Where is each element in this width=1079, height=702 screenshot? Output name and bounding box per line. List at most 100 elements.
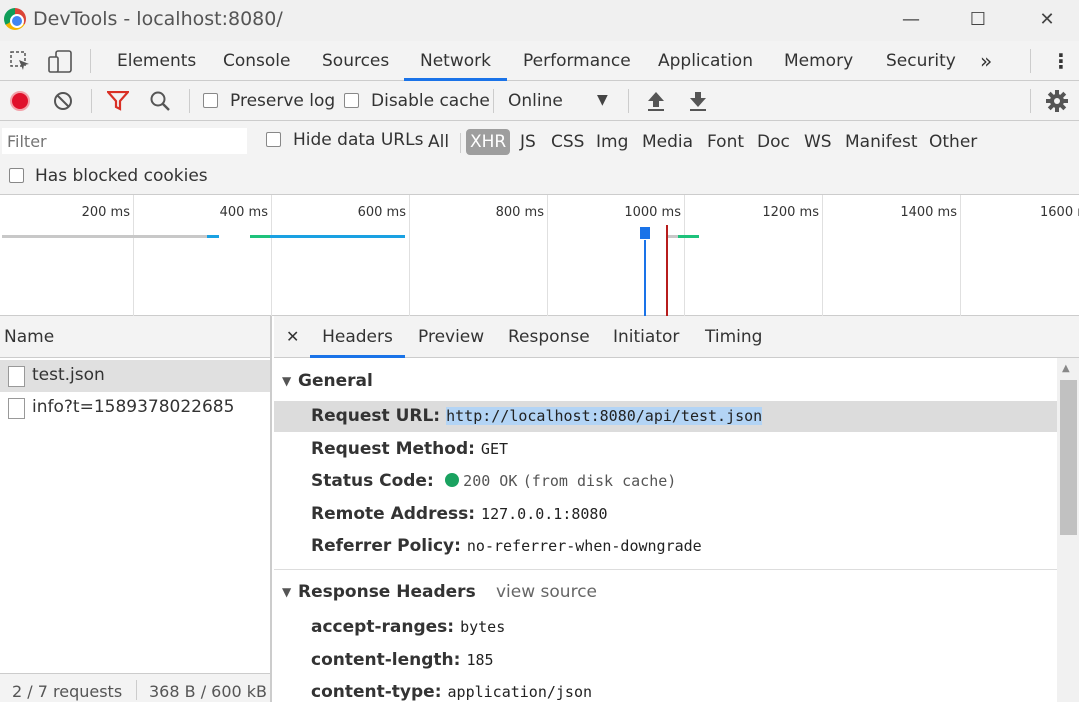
filter-type-js[interactable]: JS: [516, 129, 540, 155]
tab-performance[interactable]: Performance: [523, 41, 631, 81]
referrer-policy-key: Referrer Policy:: [311, 536, 461, 556]
search-icon[interactable]: [149, 90, 171, 112]
tabbar-divider: [90, 49, 91, 73]
timeline-overview[interactable]: 200 ms 400 ms 600 ms 800 ms 1000 ms 1200…: [0, 195, 1079, 316]
close-details-button[interactable]: ✕: [286, 316, 299, 358]
details-tabbar: ✕ Headers Preview Response Initiator Tim…: [274, 316, 1079, 358]
timeline-range-handle[interactable]: [639, 226, 651, 240]
timeline-bar: [207, 235, 219, 238]
disable-cache-checkbox[interactable]: [344, 93, 359, 108]
chrome-logo-icon: [4, 8, 26, 30]
upload-icon[interactable]: [646, 90, 666, 112]
tab-elements[interactable]: Elements: [117, 41, 196, 81]
timeline-tick-label: 1600 ms: [1040, 205, 1079, 220]
section-divider: [274, 569, 1057, 570]
gear-icon[interactable]: [1046, 90, 1068, 112]
filter-type-all[interactable]: All: [424, 129, 453, 155]
throttle-dropdown-arrow[interactable]: ▼: [597, 92, 608, 108]
tab-network[interactable]: Network: [404, 41, 507, 81]
toolbar-divider-3: [493, 89, 494, 113]
filter-type-ws[interactable]: WS: [800, 129, 836, 155]
filter-type-other[interactable]: Other: [925, 129, 981, 155]
download-icon[interactable]: [688, 90, 708, 112]
status-dot-icon: [445, 473, 460, 487]
timeline-tick-label: 600 ms: [357, 205, 406, 220]
inspect-icon[interactable]: [10, 51, 32, 73]
filter-type-manifest[interactable]: Manifest: [841, 129, 922, 155]
device-icon[interactable]: [48, 50, 74, 74]
tabbar-divider-right: [1030, 49, 1031, 73]
triangle-down-icon[interactable]: ▼: [282, 585, 291, 599]
request-url-value[interactable]: http://localhost:8080/api/test.json: [446, 407, 763, 425]
maximize-button[interactable]: ☐: [960, 6, 996, 34]
status-code-row: Status Code: 200 OK (from disk cache): [311, 471, 676, 491]
timeline-bar: [250, 235, 270, 238]
filter-icon[interactable]: [107, 91, 129, 111]
request-row-info[interactable]: info?t=1589378022685: [0, 392, 270, 424]
throttle-select[interactable]: Online: [508, 91, 563, 111]
preserve-log-checkbox[interactable]: [203, 93, 218, 108]
minimize-button[interactable]: —: [893, 6, 929, 34]
tab-response[interactable]: Response: [508, 316, 590, 358]
response-header-value: 185: [466, 651, 494, 669]
network-toolbar: Preserve log Disable cache Online ▼: [0, 81, 1079, 121]
general-section-title[interactable]: General: [298, 371, 373, 391]
tab-headers[interactable]: Headers: [310, 316, 405, 358]
request-name: info?t=1589378022685: [32, 397, 235, 417]
status-code-value: 200 OK: [463, 472, 518, 490]
timeline-tick-label: 1000 ms: [624, 205, 681, 220]
filter-type-doc[interactable]: Doc: [753, 129, 794, 155]
response-headers-title[interactable]: Response Headers: [298, 582, 476, 602]
tab-console[interactable]: Console: [223, 41, 291, 81]
blocked-cookies-checkbox[interactable]: [9, 168, 24, 183]
filter-type-img[interactable]: Img: [592, 129, 632, 155]
referrer-policy-value: no-referrer-when-downgrade: [466, 537, 702, 555]
status-code-key: Status Code:: [311, 471, 434, 491]
devtools-tabbar: Elements Console Sources Network Perform…: [0, 41, 1079, 81]
tab-application[interactable]: Application: [658, 41, 753, 81]
request-count: 2 / 7 requests: [12, 682, 123, 701]
close-window-button[interactable]: ✕: [1029, 6, 1065, 34]
hide-data-urls-label: Hide data URLs: [293, 130, 424, 150]
triangle-down-icon[interactable]: ▼: [282, 374, 291, 388]
status-cache-note: (from disk cache): [522, 472, 677, 490]
record-icon[interactable]: [10, 91, 30, 111]
request-url-key: Request URL:: [311, 406, 441, 426]
tab-memory[interactable]: Memory: [784, 41, 853, 81]
footer-divider: [136, 680, 137, 700]
more-tabs-button[interactable]: »: [980, 41, 992, 81]
view-source-link[interactable]: view source: [496, 582, 597, 602]
tab-preview[interactable]: Preview: [418, 316, 484, 358]
filter-type-xhr[interactable]: XHR: [466, 129, 511, 155]
request-list-header[interactable]: Name: [0, 316, 270, 358]
remote-address-row: Remote Address: 127.0.0.1:8080: [311, 504, 607, 524]
request-method-key: Request Method:: [311, 439, 475, 459]
filter-type-font[interactable]: Font: [703, 129, 748, 155]
hide-data-urls-checkbox[interactable]: [266, 132, 281, 147]
file-icon: [8, 366, 25, 387]
remote-address-value: 127.0.0.1:8080: [481, 505, 608, 523]
response-header-value: application/json: [447, 683, 593, 701]
devtools-menu-button[interactable]: ⋮: [1051, 41, 1071, 81]
tab-sources[interactable]: Sources: [322, 41, 389, 81]
tab-initiator[interactable]: Initiator: [613, 316, 679, 358]
request-method-row: Request Method: GET: [311, 439, 508, 459]
scrollbar-thumb[interactable]: [1060, 380, 1077, 535]
tab-security[interactable]: Security: [886, 41, 956, 81]
request-row-test-json[interactable]: test.json: [0, 360, 270, 392]
clear-icon[interactable]: [53, 91, 73, 111]
request-list: Name test.json info?t=1589378022685 2 / …: [0, 316, 272, 702]
scroll-up-arrow-icon[interactable]: ▲: [1062, 363, 1070, 374]
disable-cache-label: Disable cache: [371, 91, 490, 111]
response-header-key: content-type:: [311, 682, 442, 702]
filter-type-media[interactable]: Media: [638, 129, 697, 155]
request-name: test.json: [32, 365, 105, 385]
filter-input[interactable]: [2, 128, 247, 154]
preserve-log-label: Preserve log: [230, 91, 336, 111]
name-column-header[interactable]: Name: [4, 327, 54, 347]
tab-timing[interactable]: Timing: [705, 316, 762, 358]
toolbar-divider-5: [1030, 89, 1031, 113]
filter-type-css[interactable]: CSS: [547, 129, 588, 155]
timeline-gridline: [271, 195, 272, 316]
referrer-policy-row: Referrer Policy: no-referrer-when-downgra…: [311, 536, 702, 556]
